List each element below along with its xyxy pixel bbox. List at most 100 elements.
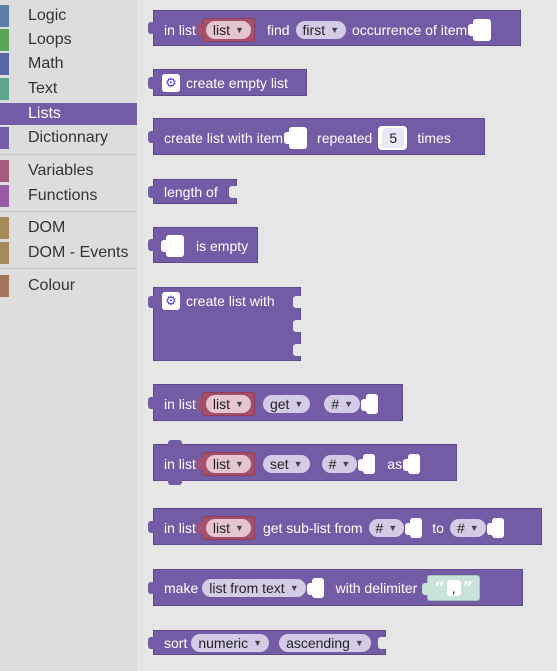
- block-text: create empty list: [186, 75, 288, 91]
- get-mode-dropdown[interactable]: get ▼: [262, 395, 311, 413]
- block-split-text[interactable]: make list from text ▼ with delimiter “ , …: [148, 569, 523, 606]
- category-math[interactable]: Math: [0, 53, 137, 75]
- position-dropdown[interactable]: # ▼: [321, 455, 358, 473]
- index-input-socket[interactable]: [358, 454, 376, 474]
- list-variable-dropdown[interactable]: list ▼: [205, 21, 251, 39]
- block-text: create list with item: [164, 130, 284, 146]
- input-tab: [196, 24, 203, 36]
- block-is-empty[interactable]: is empty: [148, 227, 258, 263]
- dropdown-value: numeric: [198, 635, 249, 651]
- category-dom[interactable]: DOM: [0, 217, 137, 239]
- item-input-notch[interactable]: [293, 344, 301, 356]
- dropdown-arrow-icon: ▼: [235, 25, 244, 35]
- category-label: Colour: [28, 277, 76, 294]
- delimiter-text-block[interactable]: “ , ”: [422, 575, 480, 601]
- block-list-get[interactable]: in list list ▼ get ▼ # ▼: [148, 384, 403, 421]
- category-lists[interactable]: Lists: [0, 103, 137, 125]
- item-input-socket[interactable]: [284, 127, 308, 149]
- gear-icon[interactable]: ⚙: [162, 292, 180, 310]
- position-dropdown[interactable]: # ▼: [324, 395, 361, 413]
- list-variable-dropdown[interactable]: list ▼: [205, 395, 251, 413]
- set-mode-dropdown[interactable]: set ▼: [262, 455, 310, 473]
- block-text: length of: [164, 184, 218, 200]
- count-field[interactable]: 5: [382, 128, 405, 148]
- category-swatch: [0, 78, 9, 100]
- dropdown-arrow-icon: ▼: [289, 583, 299, 593]
- dropdown-arrow-icon: ▼: [293, 459, 303, 469]
- block-create-empty-list[interactable]: ⚙ create empty list: [148, 69, 307, 96]
- category-label: Lists: [28, 105, 61, 122]
- output-tab: [148, 186, 155, 198]
- category-swatch: [0, 275, 9, 297]
- output-tab: [148, 239, 155, 251]
- block-create-list-with[interactable]: ⚙ create list with: [148, 287, 301, 361]
- list-variable-dropdown[interactable]: list ▼: [205, 455, 251, 473]
- category-label: DOM: [28, 219, 66, 236]
- block-text: in list: [164, 456, 196, 472]
- category-dictionnary[interactable]: Dictionnary: [0, 127, 137, 149]
- category-swatch: [0, 29, 9, 51]
- to-position-dropdown[interactable]: # ▼: [449, 519, 486, 537]
- dropdown-value: get: [269, 396, 290, 412]
- value-input-notch[interactable]: [229, 186, 237, 198]
- block-text: as: [387, 456, 403, 472]
- category-swatch: [0, 127, 9, 149]
- category-dom-events[interactable]: DOM - Events: [0, 242, 137, 264]
- sort-type-dropdown[interactable]: numeric ▼: [191, 634, 270, 652]
- list-variable-dropdown[interactable]: list ▼: [205, 519, 251, 537]
- output-tab: [148, 397, 155, 409]
- category-label: Loops: [28, 31, 72, 48]
- category-loops[interactable]: Loops: [0, 29, 137, 51]
- block-text: repeated: [317, 130, 373, 146]
- dropdown-arrow-icon: ▼: [344, 399, 354, 409]
- item-input-notch[interactable]: [293, 296, 301, 308]
- category-label: Logic: [28, 7, 67, 24]
- block-list-set[interactable]: in list list ▼ set ▼ # ▼ as: [153, 440, 457, 485]
- gear-icon[interactable]: ⚙: [162, 74, 180, 92]
- list-variable-input: list ▼: [196, 392, 255, 416]
- category-swatch: [0, 53, 9, 75]
- from-index-socket[interactable]: [405, 518, 423, 538]
- list-variable-input: list ▼: [196, 516, 255, 540]
- block-text: in list: [164, 22, 196, 38]
- block-text: occurrence of item: [352, 22, 468, 38]
- sort-order-dropdown[interactable]: ascending ▼: [279, 634, 371, 652]
- category-colour[interactable]: Colour: [0, 275, 137, 297]
- block-sort-list[interactable]: sort numeric ▼ ascending ▼: [148, 630, 386, 655]
- category-separator: [0, 154, 137, 155]
- block-find-occurrence[interactable]: in list list ▼ find first ▼ occurrence of …: [148, 10, 521, 46]
- item-input-socket[interactable]: [468, 19, 492, 41]
- input-tab: [196, 398, 203, 410]
- block-list-repeat[interactable]: create list with item repeated 5 times: [148, 118, 485, 155]
- index-input-socket[interactable]: [361, 394, 379, 414]
- list-input-notch[interactable]: [378, 637, 386, 649]
- split-mode-dropdown[interactable]: list from text ▼: [202, 579, 306, 597]
- category-functions[interactable]: Functions: [0, 185, 137, 207]
- to-index-socket[interactable]: [486, 518, 504, 538]
- item-input-notch[interactable]: [293, 320, 301, 332]
- input-tab: [196, 458, 203, 470]
- text-input-socket[interactable]: [306, 578, 324, 598]
- dropdown-arrow-icon: ▼: [341, 459, 351, 469]
- dropdown-value: first: [302, 22, 326, 38]
- delimiter-field[interactable]: ,: [446, 580, 461, 596]
- category-text[interactable]: Text: [0, 78, 137, 100]
- dropdown-arrow-icon: ▼: [354, 638, 364, 648]
- list-input-socket[interactable]: [161, 235, 184, 257]
- first-last-dropdown[interactable]: first ▼: [295, 21, 347, 39]
- category-logic[interactable]: Logic: [0, 5, 137, 27]
- dropdown-arrow-icon: ▼: [330, 25, 340, 35]
- value-input-socket[interactable]: [403, 454, 421, 474]
- block-length-of[interactable]: length of: [148, 179, 237, 204]
- dropdown-value: #: [331, 396, 340, 412]
- dropdown-value: list: [212, 520, 231, 536]
- category-variables[interactable]: Variables: [0, 160, 137, 182]
- toolbox-sidebar: Logic Loops Math Text Lists Dictionnary …: [0, 0, 137, 671]
- open-quote: “: [434, 577, 445, 599]
- input-tab: [196, 522, 203, 534]
- from-position-dropdown[interactable]: # ▼: [368, 519, 405, 537]
- category-label: Dictionnary: [28, 129, 109, 146]
- category-separator: [0, 268, 137, 269]
- dropdown-arrow-icon: ▼: [388, 523, 398, 533]
- block-get-sublist[interactable]: in list list ▼ get sub-list from # ▼ to # ▼: [148, 508, 542, 545]
